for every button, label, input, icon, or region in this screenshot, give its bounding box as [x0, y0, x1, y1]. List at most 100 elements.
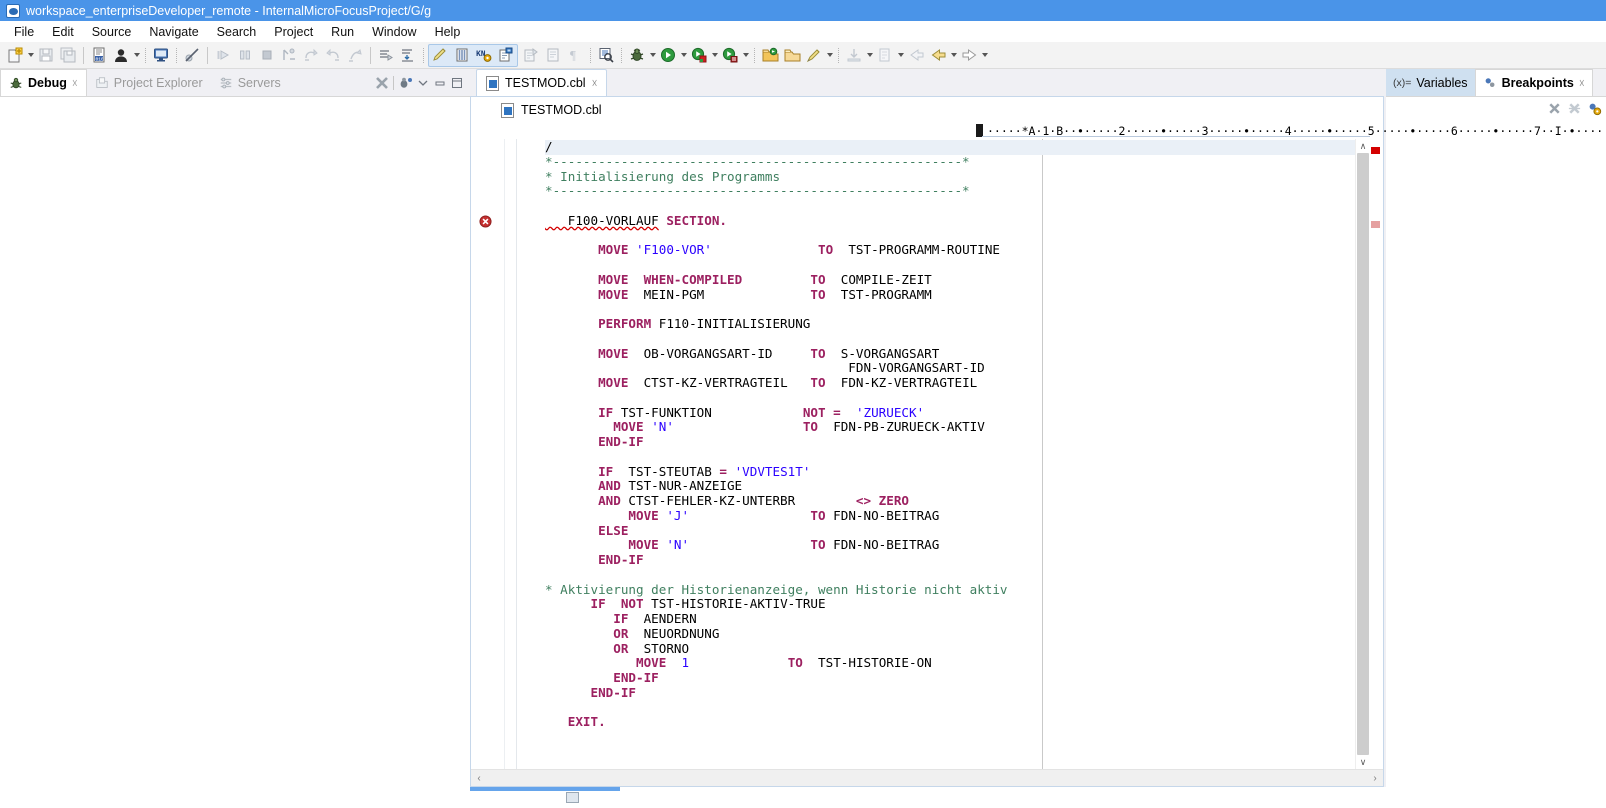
- code-line[interactable]: AND TST-NUR-ANZEIGE: [545, 478, 1355, 494]
- menu-item-navigate[interactable]: Navigate: [140, 24, 207, 40]
- horizontal-scroll-track[interactable]: [487, 771, 1367, 785]
- editor-horizontal-scrollbar[interactable]: ‹ ›: [471, 769, 1383, 786]
- open-folder-icon[interactable]: [781, 44, 803, 66]
- debug-bug-icon[interactable]: [626, 44, 648, 66]
- console-icon[interactable]: [150, 44, 172, 66]
- view-tab-servers[interactable]: Servers: [211, 69, 289, 96]
- code-line[interactable]: IF TST-STEUTAB = 'VDVTES1T': [545, 464, 1355, 480]
- forward-dropdown-arrow[interactable]: [980, 44, 989, 66]
- view-tab-project-explorer[interactable]: Project Explorer: [87, 69, 211, 96]
- code-line[interactable]: MOVE OB-VORGANGSART-ID TO S-VORGANGSART: [545, 346, 1355, 362]
- scroll-up-arrow[interactable]: ∧: [1356, 139, 1370, 153]
- remove-all-breakpoints-icon[interactable]: [1567, 101, 1582, 116]
- new-wizard-dropdown-arrow[interactable]: [26, 44, 35, 66]
- code-line[interactable]: [545, 450, 1355, 465]
- code-line[interactable]: IF AENDERN: [545, 611, 1355, 627]
- code-line[interactable]: END-IF: [545, 434, 1355, 450]
- overview-ruler[interactable]: [1369, 139, 1383, 769]
- columns-view-icon[interactable]: [451, 44, 473, 66]
- code-line[interactable]: [545, 199, 1355, 214]
- menu-item-edit[interactable]: Edit: [43, 24, 83, 40]
- kn-settings-icon[interactable]: KN: [473, 44, 495, 66]
- code-line[interactable]: OR NEUORDNUNG: [545, 626, 1355, 642]
- code-line[interactable]: [545, 568, 1355, 583]
- code-line[interactable]: [545, 391, 1355, 406]
- back-arrow-icon[interactable]: [927, 44, 949, 66]
- code-line[interactable]: ELSE: [545, 523, 1355, 539]
- menu-item-source[interactable]: Source: [83, 24, 141, 40]
- code-line[interactable]: /: [545, 139, 1355, 155]
- run-to-line-icon[interactable]: [375, 44, 397, 66]
- remove-breakpoint-icon[interactable]: [1547, 101, 1562, 116]
- code-line[interactable]: MOVE WHEN-COMPILED TO COMPILE-ZEIT: [545, 272, 1355, 288]
- code-line[interactable]: MOVE 'N' TO FDN-PB-ZURUECK-AKTIV: [545, 419, 1355, 435]
- program-flow-icon[interactable]: [495, 44, 517, 66]
- disconnect-all-icon[interactable]: [374, 75, 390, 91]
- coverage-icon[interactable]: [688, 44, 710, 66]
- view-menu-chevron-icon[interactable]: [416, 76, 430, 90]
- code-line[interactable]: *---------------------------------------…: [545, 183, 1355, 199]
- code-line[interactable]: IF NOT TST-HISTORIE-AKTIV-TRUE: [545, 596, 1355, 612]
- menu-item-file[interactable]: File: [5, 24, 43, 40]
- menu-item-project[interactable]: Project: [265, 24, 322, 40]
- editor-vertical-scrollbar[interactable]: ∧ ∨: [1355, 139, 1369, 769]
- minimize-icon[interactable]: [433, 76, 447, 90]
- close-icon[interactable]: ☓: [592, 77, 598, 90]
- pencil-highlight-icon[interactable]: [429, 44, 451, 66]
- menu-item-window[interactable]: Window: [363, 24, 425, 40]
- code-line[interactable]: [545, 332, 1355, 347]
- overview-occurrence-marker[interactable]: [1371, 221, 1380, 228]
- code-line[interactable]: *---------------------------------------…: [545, 154, 1355, 170]
- code-line[interactable]: [545, 258, 1355, 273]
- forward-arrow-icon[interactable]: [958, 44, 980, 66]
- debug-view-body[interactable]: [0, 96, 470, 787]
- view-tab-debug[interactable]: Debug ☓: [0, 69, 87, 96]
- code-line[interactable]: MOVE 1 TO TST-HISTORIE-ON: [545, 655, 1355, 671]
- search-file-icon[interactable]: [595, 44, 617, 66]
- run-dropdown-arrow[interactable]: [679, 44, 688, 66]
- user-profile-dropdown-arrow[interactable]: [132, 44, 141, 66]
- paint-brush-dropdown-arrow[interactable]: [825, 44, 834, 66]
- menu-item-help[interactable]: Help: [426, 24, 470, 40]
- scroll-right-arrow[interactable]: ›: [1367, 773, 1383, 784]
- menu-item-run[interactable]: Run: [322, 24, 363, 40]
- view-tab-breakpoints[interactable]: Breakpoints ☓: [1474, 69, 1593, 96]
- code-viewport[interactable]: / *--------------------------------------…: [517, 139, 1355, 769]
- code-line[interactable]: [545, 229, 1355, 244]
- code-line[interactable]: [545, 302, 1355, 317]
- paint-brush-icon[interactable]: [803, 44, 825, 66]
- coverage-dropdown-arrow[interactable]: [710, 44, 719, 66]
- status-minimized-view-icon[interactable]: [566, 792, 579, 803]
- breakpoints-view-body[interactable]: [1386, 120, 1606, 787]
- scroll-left-arrow[interactable]: ‹: [471, 773, 487, 784]
- error-marker[interactable]: [479, 215, 492, 228]
- drop-to-frame-icon[interactable]: [397, 44, 419, 66]
- annotation-gutter[interactable]: [471, 139, 505, 769]
- profile-icon[interactable]: [719, 44, 741, 66]
- menu-item-search[interactable]: Search: [208, 24, 266, 40]
- overview-error-marker[interactable]: [1371, 147, 1380, 154]
- build-program-icon[interactable]: 010: [88, 44, 110, 66]
- code-line[interactable]: MOVE CTST-KZ-VERTRAGTEIL TO FDN-KZ-VERTR…: [545, 375, 1355, 391]
- code-lines[interactable]: / *--------------------------------------…: [517, 139, 1355, 730]
- back-dropdown-arrow[interactable]: [949, 44, 958, 66]
- scroll-down-arrow[interactable]: ∨: [1356, 755, 1370, 769]
- code-line[interactable]: PERFORM F110-INITIALISIERUNG: [545, 316, 1355, 332]
- profile-dropdown-arrow[interactable]: [741, 44, 750, 66]
- code-line[interactable]: IF TST-FUNKTION NOT = 'ZURUECK': [545, 405, 1355, 421]
- new-wizard-icon[interactable]: [4, 44, 26, 66]
- debug-threads-icon[interactable]: [397, 75, 413, 91]
- code-line[interactable]: OR STORNO: [545, 641, 1355, 657]
- code-line[interactable]: MOVE MEIN-PGM TO TST-PROGRAMM: [545, 287, 1355, 303]
- vertical-scroll-track[interactable]: [1357, 153, 1369, 755]
- debug-dropdown-arrow[interactable]: [648, 44, 657, 66]
- run-green-icon[interactable]: [657, 44, 679, 66]
- code-line[interactable]: * Aktivierung der Historienanzeige, wenn…: [545, 582, 1355, 598]
- code-line[interactable]: END-IF: [545, 552, 1355, 568]
- skip-all-breakpoints-icon[interactable]: [181, 44, 203, 66]
- code-line[interactable]: [545, 701, 1355, 716]
- vertical-scroll-thumb[interactable]: [1357, 153, 1369, 755]
- editor-tab-testmod[interactable]: TESTMOD.cbl ☓: [476, 69, 608, 96]
- code-line[interactable]: MOVE 'N' TO FDN-NO-BEITRAG: [545, 537, 1355, 553]
- code-line[interactable]: END-IF: [545, 685, 1355, 701]
